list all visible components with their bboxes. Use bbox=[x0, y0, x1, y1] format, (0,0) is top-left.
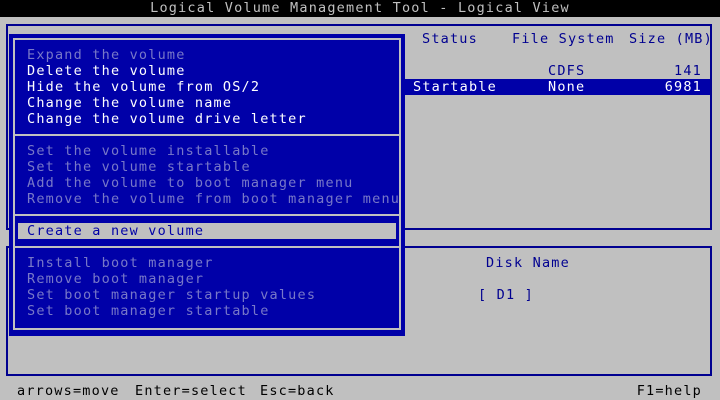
volume-size-cdfs: 141 bbox=[674, 63, 702, 79]
window-title: Logical Volume Management Tool - Logical… bbox=[150, 0, 570, 16]
volume-status-selected: Startable bbox=[413, 79, 497, 95]
menu-item-change-volume-name[interactable]: Change the volume name bbox=[27, 95, 232, 111]
column-header-status: Status bbox=[422, 31, 478, 47]
menu-separator bbox=[15, 246, 399, 248]
column-header-disk-name: Disk Name bbox=[486, 255, 570, 271]
hint-arrows-move: arrows=move bbox=[17, 383, 120, 399]
volume-filesystem-selected: None bbox=[548, 79, 586, 95]
menu-item-boot-manager-startable[interactable]: Set boot manager startable bbox=[27, 303, 270, 319]
menu-item-remove-boot-manager[interactable]: Remove boot manager bbox=[27, 271, 204, 287]
menu-item-hide-volume[interactable]: Hide the volume from OS/2 bbox=[27, 79, 260, 95]
menu-item-install-boot-manager[interactable]: Install boot manager bbox=[27, 255, 214, 271]
menu-item-change-drive-letter[interactable]: Change the volume drive letter bbox=[27, 111, 307, 127]
hint-esc-back: Esc=back bbox=[260, 383, 335, 399]
menu-item-set-startable[interactable]: Set the volume startable bbox=[27, 159, 251, 175]
menu-item-add-to-boot-manager[interactable]: Add the volume to boot manager menu bbox=[27, 175, 353, 191]
volume-size-selected: 6981 bbox=[664, 79, 702, 95]
menu-item-remove-from-boot-manager[interactable]: Remove the volume from boot manager menu bbox=[27, 191, 400, 207]
hint-f1-help: F1=help bbox=[636, 383, 702, 399]
menu-item-expand-volume[interactable]: Expand the volume bbox=[27, 47, 186, 63]
menu-item-delete-volume[interactable]: Delete the volume bbox=[27, 63, 186, 79]
volume-filesystem-cdfs: CDFS bbox=[548, 63, 586, 79]
column-header-size: Size (MB) bbox=[629, 31, 713, 47]
menu-separator bbox=[15, 214, 399, 216]
menu-item-create-new-volume[interactable]: Create a new volume bbox=[27, 223, 204, 239]
disk-row-d1[interactable]: [ D1 ] bbox=[478, 287, 534, 303]
menu-item-boot-manager-startup-values[interactable]: Set boot manager startup values bbox=[27, 287, 316, 303]
hint-enter-select: Enter=select bbox=[135, 383, 247, 399]
menu-item-set-installable[interactable]: Set the volume installable bbox=[27, 143, 270, 159]
menu-separator bbox=[15, 134, 399, 136]
column-header-file-system: File System bbox=[512, 31, 615, 47]
